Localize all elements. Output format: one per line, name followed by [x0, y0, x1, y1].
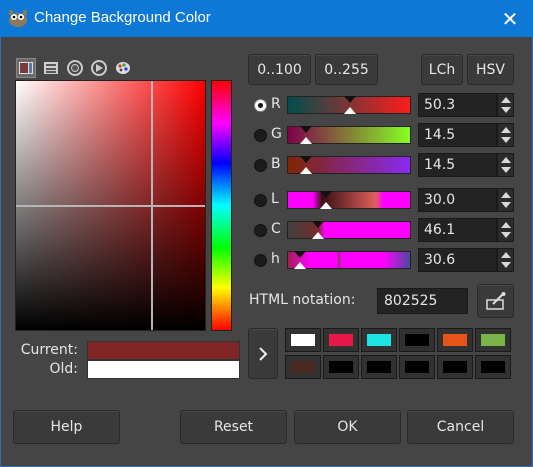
reset-button[interactable]: Reset — [180, 410, 287, 444]
channel-c-radio[interactable] — [254, 224, 267, 237]
history-swatch[interactable] — [285, 328, 321, 352]
channel-l-slider[interactable] — [287, 191, 411, 209]
gimp-app-icon — [9, 10, 27, 27]
crosshair-vertical — [151, 81, 153, 330]
history-swatch[interactable] — [437, 328, 473, 352]
lch-label: LCh — [428, 61, 456, 78]
range-255-button[interactable]: 0..255 — [315, 54, 378, 85]
old-label: Old: — [49, 361, 78, 377]
channel-r-value[interactable]: 50.3 — [418, 93, 497, 117]
history-swatch[interactable] — [361, 328, 397, 352]
html-notation-label: HTML notation: — [249, 292, 356, 308]
hsv-button[interactable]: HSV — [467, 54, 514, 85]
history-swatch[interactable] — [475, 355, 511, 379]
channel-b-radio[interactable] — [254, 159, 267, 172]
channel-r-slider[interactable] — [287, 96, 411, 114]
history-swatch[interactable] — [475, 328, 511, 352]
html-notation-input[interactable] — [377, 288, 468, 314]
channel-l-value[interactable]: 30.0 — [418, 188, 497, 212]
channel-b-label: B — [271, 156, 281, 172]
history-swatch[interactable] — [323, 355, 359, 379]
close-icon: ✕ — [501, 6, 519, 31]
ok-label: OK — [337, 419, 358, 435]
close-button[interactable]: ✕ — [487, 0, 533, 37]
channel-h-value[interactable]: 30.6 — [418, 248, 497, 272]
channel-l-radio[interactable] — [254, 194, 267, 207]
channel-h-slider[interactable] — [287, 251, 411, 269]
history-swatch[interactable] — [437, 355, 473, 379]
crosshair-horizontal — [16, 205, 205, 207]
channel-r-label: R — [271, 96, 281, 112]
channel-h-radio[interactable] — [254, 254, 267, 267]
help-label: Help — [50, 419, 83, 435]
gimp-selector-tab[interactable] — [16, 58, 36, 78]
history-swatch[interactable] — [399, 328, 435, 352]
old-color-swatch — [87, 360, 240, 379]
saturation-value-area[interactable] — [15, 80, 206, 331]
eyedropper-icon — [485, 292, 505, 310]
wheel-selector-icon — [67, 60, 83, 76]
channel-b-slider[interactable] — [287, 156, 411, 174]
lch-button[interactable]: LCh — [421, 54, 463, 85]
ok-button[interactable]: OK — [294, 410, 401, 444]
history-add-button[interactable] — [248, 328, 278, 379]
current-label: Current: — [20, 342, 78, 358]
hsv-label: HSV — [476, 61, 505, 78]
channel-b-spinner[interactable] — [497, 153, 514, 177]
range-100-button[interactable]: 0..100 — [248, 54, 311, 85]
channel-g-radio[interactable] — [254, 129, 267, 142]
channel-r-radio[interactable] — [254, 99, 267, 112]
hue-strip[interactable] — [211, 80, 232, 331]
channel-h-label: h — [271, 251, 280, 267]
title-bar: Change Background Color ✕ — [0, 0, 533, 37]
history-swatch[interactable] — [285, 355, 321, 379]
channel-g-label: G — [271, 126, 282, 142]
watercolor-selector-icon — [116, 62, 130, 74]
channel-g-slider[interactable] — [287, 126, 411, 144]
channel-c-value[interactable]: 46.1 — [418, 218, 497, 242]
channel-c-label: C — [271, 221, 281, 237]
watercolor-selector-tab[interactable] — [113, 58, 133, 78]
scales-selector-tab[interactable] — [41, 58, 61, 78]
range-255-label: 0..255 — [324, 61, 369, 78]
history-swatch[interactable] — [361, 355, 397, 379]
triangle-selector-icon — [91, 60, 107, 76]
cancel-label: Cancel — [436, 419, 485, 435]
channel-c-slider[interactable] — [287, 221, 411, 239]
window-title: Change Background Color — [34, 9, 211, 26]
scales-selector-icon — [44, 62, 58, 74]
history-swatch[interactable] — [323, 328, 359, 352]
channel-l-label: L — [271, 191, 279, 207]
reset-label: Reset — [213, 419, 254, 435]
triangle-selector-tab[interactable] — [89, 58, 109, 78]
channel-g-value[interactable]: 14.5 — [418, 123, 497, 147]
help-button[interactable]: Help — [13, 410, 120, 444]
channel-r-spinner[interactable] — [497, 93, 514, 117]
range-100-label: 0..100 — [257, 61, 302, 78]
channel-g-spinner[interactable] — [497, 123, 514, 147]
cancel-button[interactable]: Cancel — [407, 410, 514, 444]
channel-c-spinner[interactable] — [497, 218, 514, 242]
gimp-selector-icon — [19, 62, 33, 74]
chevron-right-icon — [259, 346, 268, 361]
channel-b-value[interactable]: 14.5 — [418, 153, 497, 177]
current-color-swatch — [87, 341, 240, 360]
channel-l-spinner[interactable] — [497, 188, 514, 212]
channel-h-spinner[interactable] — [497, 248, 514, 272]
color-picker-button[interactable] — [477, 284, 514, 318]
history-swatch[interactable] — [399, 355, 435, 379]
wheel-selector-tab[interactable] — [65, 58, 85, 78]
